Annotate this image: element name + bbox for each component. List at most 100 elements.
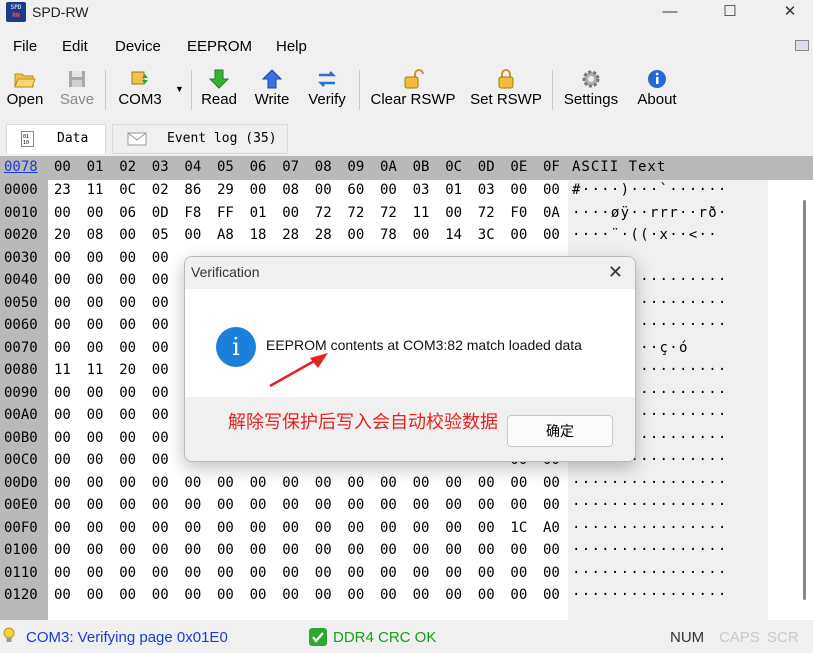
hex-byte[interactable]: 0C: [119, 182, 136, 198]
hex-byte[interactable]: 00: [119, 430, 136, 446]
hex-byte[interactable]: 00: [119, 317, 136, 333]
hex-byte[interactable]: 00: [152, 385, 169, 401]
hex-byte[interactable]: 72: [380, 205, 397, 221]
hex-byte[interactable]: 00: [445, 565, 462, 581]
hex-byte[interactable]: 00: [87, 520, 104, 536]
hex-byte[interactable]: 00: [380, 587, 397, 603]
hex-byte[interactable]: 23: [54, 182, 71, 198]
hex-byte[interactable]: 00: [282, 587, 299, 603]
hex-byte[interactable]: 00: [87, 542, 104, 558]
hex-byte[interactable]: 00: [445, 475, 462, 491]
hex-byte[interactable]: 00: [413, 587, 430, 603]
hex-byte[interactable]: 00: [152, 250, 169, 266]
hex-byte[interactable]: 00: [413, 227, 430, 243]
hex-byte[interactable]: 00: [119, 340, 136, 356]
hex-byte[interactable]: 00: [87, 452, 104, 468]
hex-byte[interactable]: 00: [478, 565, 495, 581]
hex-byte[interactable]: 00: [119, 520, 136, 536]
hex-byte[interactable]: 00: [347, 587, 364, 603]
hex-byte[interactable]: 06: [119, 205, 136, 221]
hex-byte[interactable]: 00: [184, 497, 201, 513]
hex-byte[interactable]: 00: [54, 587, 71, 603]
hex-byte[interactable]: 00: [510, 565, 527, 581]
hex-byte[interactable]: 00: [315, 520, 332, 536]
hex-byte[interactable]: 00: [184, 475, 201, 491]
hex-byte[interactable]: 00: [87, 587, 104, 603]
hex-byte[interactable]: 00: [282, 520, 299, 536]
hex-byte[interactable]: 00: [217, 475, 234, 491]
hex-byte[interactable]: 00: [543, 182, 560, 198]
hex-byte[interactable]: 3C: [478, 227, 495, 243]
menu-eeprom[interactable]: EEPROM: [187, 38, 252, 55]
hex-byte[interactable]: 00: [184, 587, 201, 603]
hex-byte[interactable]: 00: [152, 565, 169, 581]
hex-byte[interactable]: 00: [152, 295, 169, 311]
hex-byte[interactable]: 00: [380, 520, 397, 536]
hex-byte[interactable]: 00: [152, 497, 169, 513]
hex-byte[interactable]: A8: [217, 227, 234, 243]
hex-byte[interactable]: F8: [184, 205, 201, 221]
hex-byte[interactable]: 00: [54, 475, 71, 491]
hex-byte[interactable]: 11: [54, 362, 71, 378]
hex-byte[interactable]: 0A: [543, 205, 560, 221]
hex-byte[interactable]: 18: [250, 227, 267, 243]
hex-byte[interactable]: 00: [282, 542, 299, 558]
about-button[interactable]: About: [633, 68, 681, 114]
menu-edit[interactable]: Edit: [62, 38, 88, 55]
hex-byte[interactable]: 00: [54, 385, 71, 401]
hex-byte[interactable]: 05: [152, 227, 169, 243]
hex-byte[interactable]: 00: [217, 497, 234, 513]
hex-byte[interactable]: 11: [87, 182, 104, 198]
hex-byte[interactable]: 00: [347, 565, 364, 581]
hex-byte[interactable]: 11: [413, 205, 430, 221]
hex-byte[interactable]: 0D: [152, 205, 169, 221]
hex-byte[interactable]: 03: [413, 182, 430, 198]
hex-byte[interactable]: 1C: [510, 520, 527, 536]
hex-byte[interactable]: 00: [380, 475, 397, 491]
hex-byte[interactable]: 08: [87, 227, 104, 243]
hex-byte[interactable]: 00: [87, 340, 104, 356]
hex-byte[interactable]: 00: [217, 542, 234, 558]
hex-byte[interactable]: 00: [184, 565, 201, 581]
hex-byte[interactable]: 00: [54, 250, 71, 266]
save-button[interactable]: Save: [58, 68, 96, 114]
ok-button[interactable]: 确定: [507, 415, 613, 447]
hex-byte[interactable]: 00: [380, 497, 397, 513]
hex-byte[interactable]: 00: [478, 520, 495, 536]
hex-byte[interactable]: 00: [87, 317, 104, 333]
dialog-close-icon[interactable]: ✕: [608, 262, 623, 283]
hex-byte[interactable]: 00: [315, 565, 332, 581]
hex-byte[interactable]: 00: [87, 407, 104, 423]
hex-byte[interactable]: 01: [250, 205, 267, 221]
hex-byte[interactable]: 00: [250, 587, 267, 603]
hex-byte[interactable]: 02: [152, 182, 169, 198]
hex-byte[interactable]: 00: [119, 295, 136, 311]
hex-byte[interactable]: 00: [152, 542, 169, 558]
hex-byte[interactable]: 00: [87, 272, 104, 288]
hex-byte[interactable]: 00: [152, 317, 169, 333]
hex-byte[interactable]: 00: [152, 362, 169, 378]
settings-button[interactable]: Settings: [560, 68, 622, 114]
hex-byte[interactable]: 00: [413, 475, 430, 491]
hex-byte[interactable]: 00: [282, 205, 299, 221]
hex-byte[interactable]: 00: [510, 497, 527, 513]
hex-byte[interactable]: 00: [87, 430, 104, 446]
hex-byte[interactable]: 00: [413, 565, 430, 581]
hex-byte[interactable]: 00: [543, 587, 560, 603]
hex-byte[interactable]: 00: [54, 452, 71, 468]
hex-byte[interactable]: 00: [54, 542, 71, 558]
hex-byte[interactable]: 00: [380, 542, 397, 558]
hex-byte[interactable]: 00: [119, 475, 136, 491]
port-dropdown-icon[interactable]: ▼: [175, 84, 184, 94]
hex-byte[interactable]: 00: [250, 497, 267, 513]
hex-byte[interactable]: 00: [54, 205, 71, 221]
hex-byte[interactable]: 00: [347, 227, 364, 243]
hex-byte[interactable]: 00: [54, 497, 71, 513]
hex-byte[interactable]: 11: [87, 362, 104, 378]
tab-data[interactable]: 01 10 Data: [6, 124, 106, 154]
hex-byte[interactable]: 00: [510, 587, 527, 603]
hex-byte[interactable]: 00: [87, 295, 104, 311]
hex-byte[interactable]: 00: [217, 565, 234, 581]
hex-byte[interactable]: 00: [119, 542, 136, 558]
hex-byte[interactable]: 00: [54, 565, 71, 581]
